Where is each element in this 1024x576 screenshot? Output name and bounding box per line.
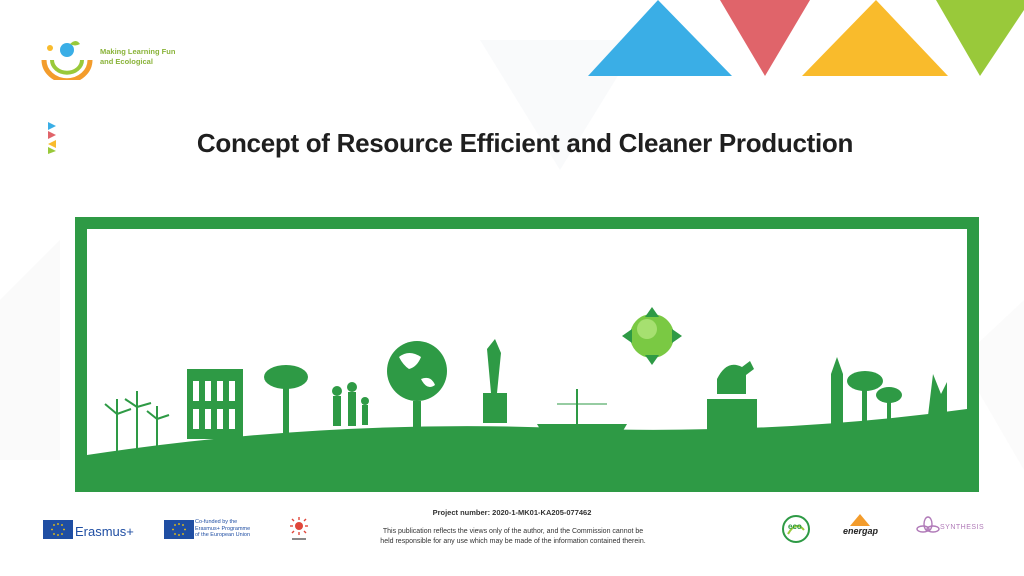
disclaimer-line-2: held responsible for any use which may b… [380,538,646,545]
slide-title: Concept of Resource Efficient and Cleane… [196,128,854,158]
synthesis-label: SYNTHESIS [940,524,985,531]
partner-sun-logo-icon [290,517,308,540]
energap-label: energap [843,526,879,536]
eco-partner-label: eco [788,522,802,531]
banner-frame [87,229,967,480]
synthesis-logo-icon [916,516,940,533]
energap-logo-icon [850,514,870,526]
decorative-triangles [588,0,1024,76]
disclaimer-line-1: This publication reflects the views only… [382,528,644,535]
project-logo-text: Making Learning Fun and Ecological [100,47,210,67]
disclaimer: This publication reflects the views only… [360,527,666,547]
eu-flag-icon [43,520,73,539]
erasmus-plus-label: Erasmus+ [75,524,134,539]
cofund-statement: Co-funded by the Erasmus+ Programme of t… [195,519,265,539]
logo-line-2: and Ecological [100,57,153,66]
city-silhouette-illustration [87,307,967,480]
eu-flag-icon-cofund [164,520,194,539]
project-logo-icon [41,41,93,80]
logo-line-1: Making Learning Fun [100,47,176,56]
cofund-line-3: of the European Union [195,532,251,538]
project-number: Project number: 2020-1-MK01-KA205-077462 [432,508,592,517]
eco-city-banner [75,217,979,492]
